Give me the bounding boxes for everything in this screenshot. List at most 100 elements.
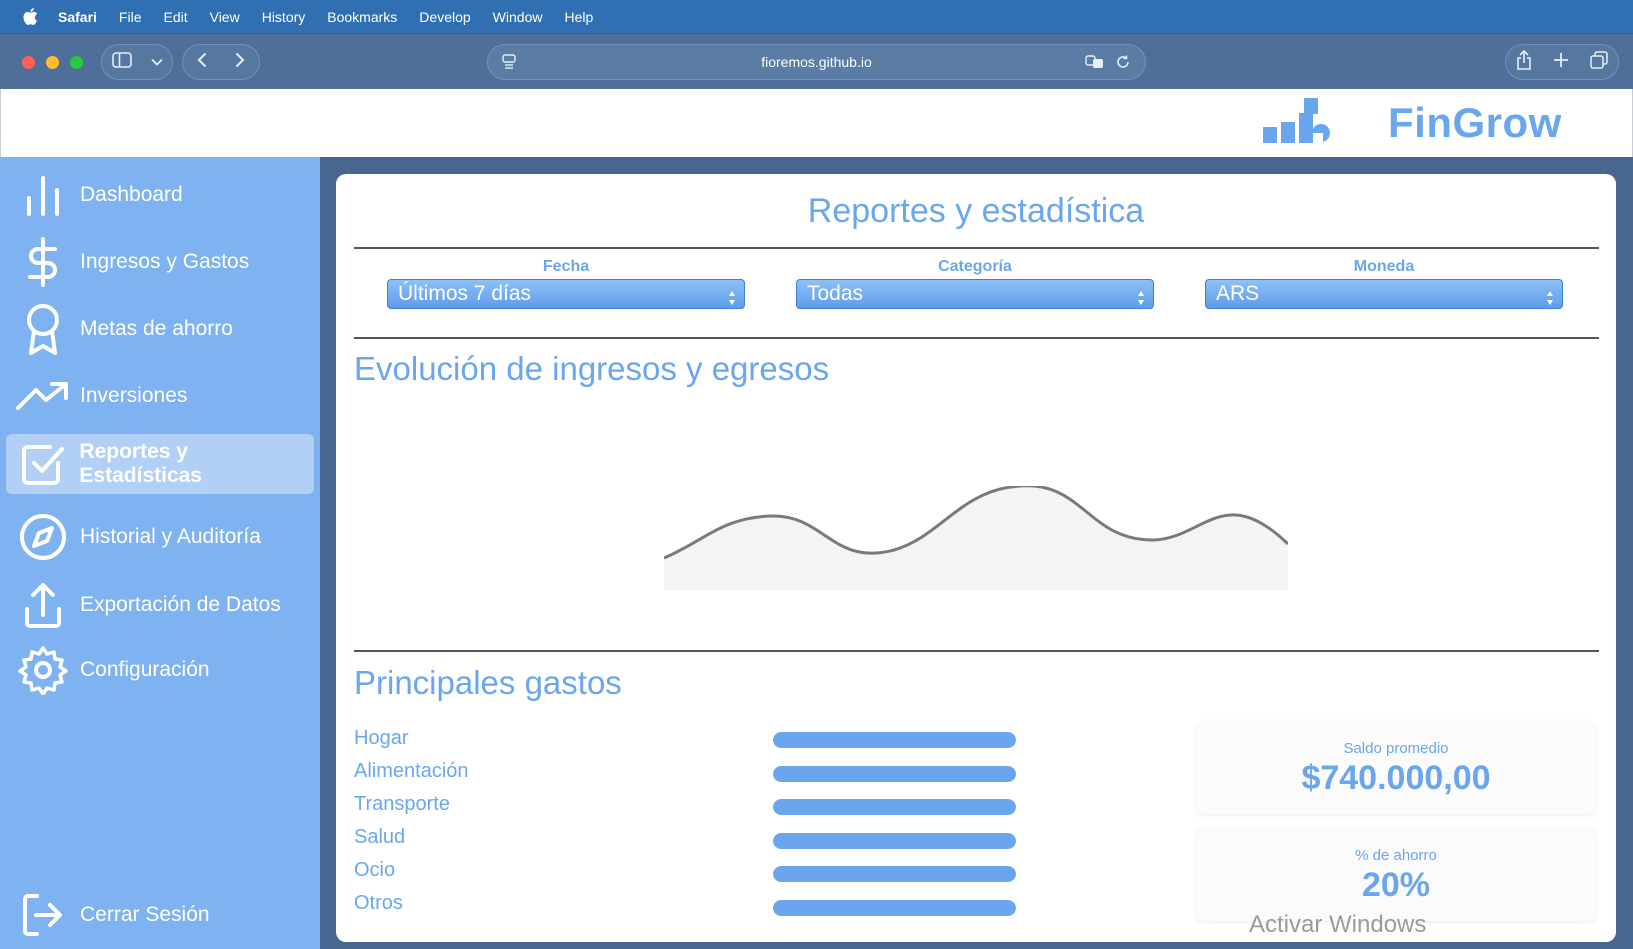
select-value: Todas bbox=[807, 282, 864, 305]
select-arrows-icon bbox=[1546, 286, 1554, 314]
filter-label: Moneda bbox=[1353, 258, 1415, 275]
menu-edit[interactable]: Edit bbox=[163, 9, 187, 25]
sidebar-item-inversiones[interactable]: Inversiones bbox=[6, 366, 314, 426]
filter-moneda: Moneda ARS bbox=[1205, 258, 1563, 309]
sidebar-item-dashboard[interactable]: Dashboard bbox=[6, 165, 314, 225]
back-icon[interactable] bbox=[197, 52, 207, 73]
translate-icon[interactable] bbox=[1085, 55, 1105, 74]
sidebar: Dashboard Ingresos y Gastos Metas de aho… bbox=[0, 157, 320, 949]
check-square-icon bbox=[14, 439, 71, 489]
sidebar-item-cerrar-sesion[interactable]: Cerrar Sesión bbox=[6, 885, 314, 945]
select-arrows-icon bbox=[728, 286, 736, 314]
sidebar-item-configuracion[interactable]: Configuración bbox=[6, 640, 314, 700]
divider bbox=[354, 650, 1599, 652]
expense-bar-ocio bbox=[773, 866, 1016, 882]
expense-bar-salud bbox=[773, 833, 1016, 849]
chevron-down-icon[interactable] bbox=[150, 53, 163, 71]
select-value: Últimos 7 días bbox=[398, 282, 532, 305]
sidebar-item-ingresos-gastos[interactable]: Ingresos y Gastos bbox=[6, 232, 314, 292]
stat-label: % de ahorro bbox=[1355, 847, 1437, 864]
dollar-icon bbox=[14, 237, 72, 287]
share-icon[interactable] bbox=[1516, 49, 1532, 75]
sidebar-item-exportacion-datos[interactable]: Exportación de Datos bbox=[6, 575, 314, 635]
menu-window[interactable]: Window bbox=[493, 9, 543, 25]
menu-history[interactable]: History bbox=[262, 9, 306, 25]
stat-value: 20% bbox=[1361, 866, 1431, 904]
windows-activation-watermark: Activar Windows bbox=[1249, 911, 1427, 938]
expense-label-ocio: Ocio bbox=[354, 859, 396, 881]
sidebar-item-label: Historial y Auditoría bbox=[80, 525, 261, 548]
reload-icon[interactable] bbox=[1115, 54, 1131, 75]
fecha-select[interactable]: Últimos 7 días bbox=[387, 279, 745, 309]
sidebar-item-label: Metas de ahorro bbox=[80, 317, 233, 340]
sidebar-toggle-icon[interactable] bbox=[111, 51, 132, 73]
expense-label-alimentacion: Alimentación bbox=[354, 760, 469, 782]
menu-develop[interactable]: Develop bbox=[419, 9, 470, 25]
sidebar-item-label: Dashboard bbox=[80, 183, 183, 206]
select-value: ARS bbox=[1216, 282, 1260, 305]
trending-up-icon bbox=[14, 371, 72, 421]
expenses-title: Principales gastos bbox=[354, 664, 622, 701]
forward-icon[interactable] bbox=[235, 52, 245, 73]
browser-toolbar: fioremos.github.io bbox=[0, 33, 1633, 89]
apple-icon[interactable] bbox=[22, 7, 40, 26]
divider bbox=[354, 247, 1599, 249]
expense-bar-alimentacion bbox=[773, 766, 1016, 782]
stat-card-saldo-promedio: Saldo promedio $740.000,00 bbox=[1196, 722, 1596, 814]
evolution-area bbox=[664, 486, 1288, 590]
expense-label-hogar: Hogar bbox=[354, 727, 409, 749]
sidebar-toggle-group bbox=[101, 44, 173, 80]
expense-bar-otros bbox=[773, 900, 1016, 916]
zoom-window-button[interactable] bbox=[70, 56, 83, 69]
categoria-select[interactable]: Todas bbox=[796, 279, 1154, 309]
divider bbox=[354, 337, 1599, 339]
nav-buttons-group bbox=[182, 44, 260, 80]
sidebar-item-label: Inversiones bbox=[80, 384, 188, 407]
menu-bookmarks[interactable]: Bookmarks bbox=[327, 9, 397, 25]
address-bar[interactable]: fioremos.github.io bbox=[487, 44, 1146, 80]
compass-icon bbox=[14, 512, 72, 562]
report-panel: Reportes y estadística Fecha Últimos 7 d… bbox=[336, 174, 1616, 942]
expense-bar-hogar bbox=[773, 732, 1016, 748]
app-header: FinGrow bbox=[0, 89, 1633, 157]
moneda-select[interactable]: ARS bbox=[1205, 279, 1563, 309]
filter-label: Categoría bbox=[938, 258, 1012, 275]
stat-card-ahorro: % de ahorro 20% bbox=[1196, 829, 1596, 921]
close-window-button[interactable] bbox=[22, 56, 35, 69]
select-arrows-icon bbox=[1137, 286, 1145, 314]
expense-label-transporte: Transporte bbox=[354, 793, 450, 815]
sidebar-item-historial-auditoria[interactable]: Historial y Auditoría bbox=[6, 507, 314, 567]
bar-chart-icon bbox=[14, 170, 72, 220]
sidebar-item-label: Reportes y Estadísticas bbox=[79, 440, 202, 487]
page-title: Reportes y estadística bbox=[807, 192, 1145, 230]
sidebar-item-metas-ahorro[interactable]: Metas de ahorro bbox=[6, 299, 314, 359]
brand-name[interactable]: FinGrow bbox=[1388, 99, 1562, 147]
award-icon bbox=[14, 304, 72, 355]
stat-value: $740.000,00 bbox=[1301, 759, 1491, 797]
logout-icon bbox=[14, 890, 72, 940]
expense-bar-transporte bbox=[773, 799, 1016, 815]
fingrow-logo-icon[interactable] bbox=[1263, 98, 1333, 151]
filter-categoria: Categoría Todas bbox=[796, 258, 1154, 309]
menu-safari[interactable]: Safari bbox=[58, 9, 97, 25]
new-tab-icon[interactable] bbox=[1553, 52, 1569, 73]
sidebar-item-reportes-estadisticas[interactable]: Reportes y Estadísticas bbox=[6, 434, 314, 494]
menu-bar: Safari File Edit View History Bookmarks … bbox=[0, 0, 1633, 33]
menu-view[interactable]: View bbox=[210, 9, 240, 25]
minimize-window-button[interactable] bbox=[46, 56, 59, 69]
tabs-overview-icon[interactable] bbox=[1589, 50, 1608, 74]
expense-label-otros: Otros bbox=[354, 892, 403, 914]
upload-icon bbox=[14, 580, 72, 630]
sidebar-item-label: Cerrar Sesión bbox=[80, 903, 210, 926]
evolution-title: Evolución de ingresos y egresos bbox=[354, 350, 830, 387]
sidebar-item-label: Exportación de Datos bbox=[80, 593, 281, 616]
filter-fecha: Fecha Últimos 7 días bbox=[387, 258, 745, 309]
menu-file[interactable]: File bbox=[119, 9, 142, 25]
evolution-chart bbox=[664, 486, 1288, 590]
sidebar-item-label: Ingresos y Gastos bbox=[80, 250, 250, 273]
stat-label: Saldo promedio bbox=[1343, 740, 1449, 757]
sidebar-item-label: Configuración bbox=[80, 658, 210, 681]
filter-label: Fecha bbox=[542, 258, 590, 275]
menu-help[interactable]: Help bbox=[564, 9, 593, 25]
expense-label-salud: Salud bbox=[354, 826, 406, 848]
